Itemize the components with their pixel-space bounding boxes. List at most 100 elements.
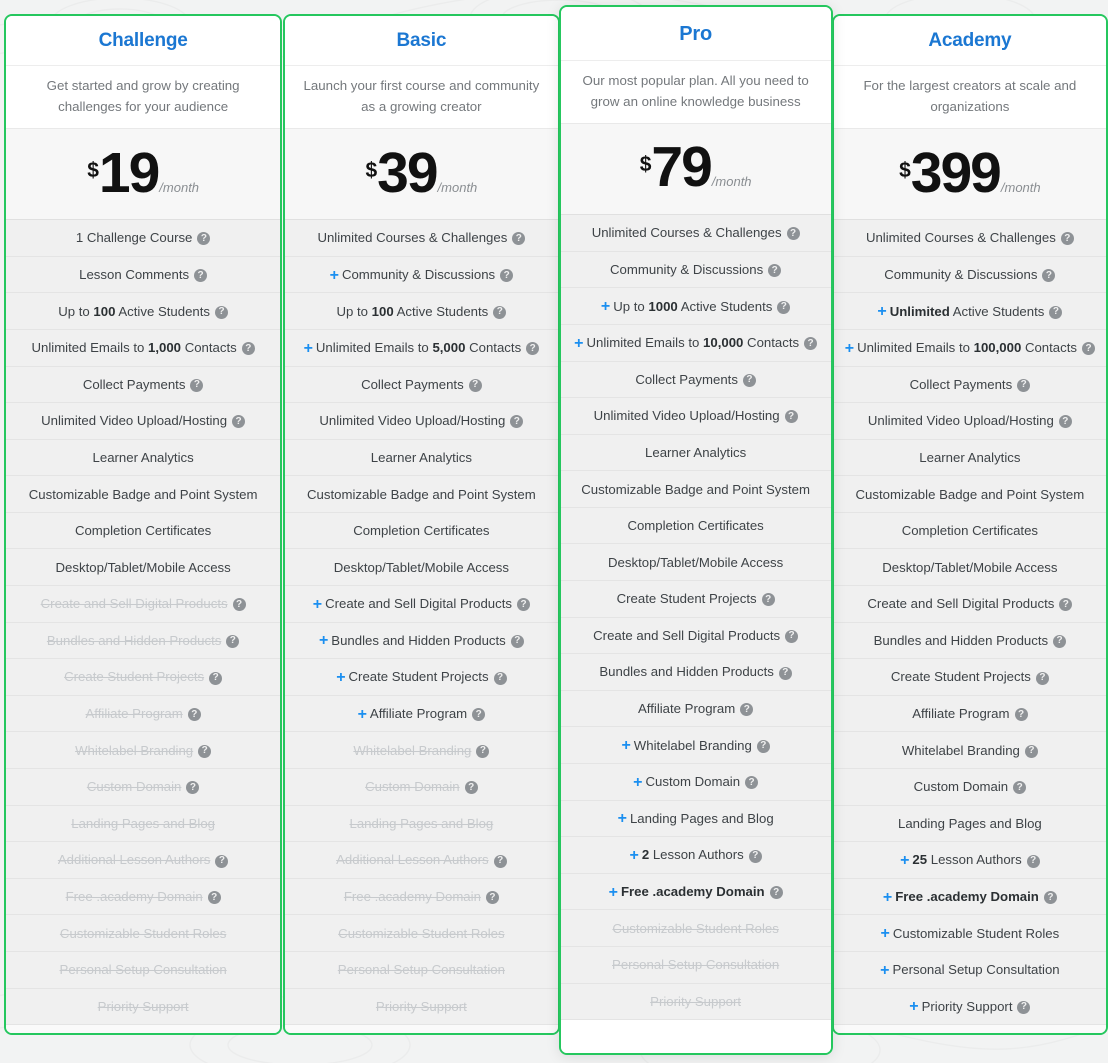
feature-label: Affiliate Program [638, 701, 736, 717]
feature-label: Up to 100 Active Students [336, 303, 489, 319]
help-icon[interactable]: ? [241, 342, 255, 356]
help-icon[interactable]: ? [784, 410, 798, 424]
help-icon[interactable]: ? [190, 378, 204, 392]
feature-label: Customizable Badge and Point System [855, 486, 1085, 502]
help-icon[interactable]: ? [761, 593, 775, 607]
help-icon[interactable]: ? [215, 305, 229, 319]
feature-label: Priority Support [650, 993, 742, 1009]
plan-footer [833, 1025, 1106, 1033]
feature-label: Up to 1000 Active Students [613, 298, 773, 314]
help-icon[interactable]: ? [1024, 744, 1038, 758]
feature-label: Priority Support [921, 998, 1013, 1014]
feature-row: Create and Sell Digital Products? [833, 586, 1106, 623]
help-icon[interactable]: ? [472, 708, 486, 722]
help-icon[interactable]: ? [1014, 708, 1028, 722]
feature-label: Bundles and Hidden Products [331, 632, 506, 648]
help-icon[interactable]: ? [740, 703, 754, 717]
plus-icon: + [600, 298, 611, 316]
help-icon[interactable]: ? [1026, 854, 1040, 868]
feature-label: Completion Certificates [901, 523, 1039, 539]
help-icon[interactable]: ? [526, 342, 540, 356]
help-icon[interactable]: ? [1013, 781, 1027, 795]
help-icon[interactable]: ? [1053, 634, 1067, 648]
feature-label: Create and Sell Digital Products [40, 596, 228, 612]
feature-label: Bundles and Hidden Products [599, 664, 774, 680]
help-icon[interactable]: ? [1043, 891, 1057, 905]
help-icon[interactable]: ? [1017, 378, 1031, 392]
feature-row: Custom Domain? [833, 769, 1106, 806]
help-icon[interactable]: ? [215, 854, 229, 868]
help-icon[interactable]: ? [778, 666, 792, 680]
help-icon[interactable]: ? [745, 776, 759, 790]
plan-card-pro: Pro Our most popular plan. All you need t… [558, 5, 833, 1055]
plus-icon: + [880, 925, 890, 943]
feature-label: Desktop/Tablet/Mobile Access [55, 559, 231, 575]
help-icon[interactable]: ? [194, 269, 208, 283]
plan-tagline: For the largest creators at scale and or… [833, 65, 1106, 128]
feature-label: Completion Certificates [74, 523, 212, 539]
help-icon[interactable]: ? [804, 337, 818, 351]
help-icon[interactable]: ? [1017, 1000, 1031, 1014]
help-icon[interactable]: ? [1049, 305, 1063, 319]
feature-label: Personal Setup Consultation [337, 962, 505, 978]
feature-row: Unlimited Courses & Challenges? [285, 220, 558, 257]
help-icon[interactable]: ? [493, 671, 507, 685]
plan-tagline: Launch your first course and community a… [285, 65, 558, 128]
feature-row: + Free .academy Domain? [560, 873, 831, 911]
feature-row: Bundles and Hidden Products? [833, 622, 1106, 660]
help-icon[interactable]: ? [485, 891, 499, 905]
help-icon[interactable]: ? [207, 891, 221, 905]
feature-label: Unlimited Emails to 5,000 Contacts [315, 340, 522, 356]
feature-row: Customizable Badge and Point System [560, 471, 831, 508]
help-icon[interactable]: ? [1060, 232, 1074, 246]
feature-label: Affiliate Program [912, 706, 1010, 722]
help-icon[interactable]: ? [742, 373, 756, 387]
help-icon[interactable]: ? [493, 854, 507, 868]
help-icon[interactable]: ? [748, 849, 762, 863]
help-icon[interactable]: ? [476, 744, 490, 758]
help-icon[interactable]: ? [1059, 598, 1073, 612]
help-icon[interactable]: ? [785, 629, 799, 643]
help-icon[interactable]: ? [1035, 671, 1049, 685]
feature-row: Create and Sell Digital Products? [6, 586, 281, 623]
price-period: /month [711, 174, 752, 190]
feature-row: Custom Domain? [6, 769, 281, 806]
help-icon[interactable]: ? [198, 744, 212, 758]
help-icon[interactable]: ? [768, 264, 782, 278]
help-icon[interactable]: ? [769, 886, 783, 900]
help-icon[interactable]: ? [1058, 415, 1072, 429]
price-currency-symbol: $ [899, 159, 911, 182]
help-icon[interactable]: ? [187, 708, 201, 722]
help-icon[interactable]: ? [786, 227, 800, 241]
help-icon[interactable]: ? [777, 300, 791, 314]
help-icon[interactable]: ? [232, 415, 246, 429]
help-icon[interactable]: ? [756, 739, 770, 753]
help-icon[interactable]: ? [512, 232, 526, 246]
help-icon[interactable]: ? [510, 634, 524, 648]
feature-row: Landing Pages and Blog [833, 805, 1106, 843]
feature-row: Unlimited Courses & Challenges? [560, 215, 831, 252]
feature-row: + Customizable Student Roles [833, 915, 1106, 953]
feature-label: Create Student Projects [890, 669, 1031, 685]
help-icon[interactable]: ? [186, 781, 200, 795]
feature-row: + Priority Support? [833, 988, 1106, 1026]
help-icon[interactable]: ? [1082, 342, 1095, 356]
help-icon[interactable]: ? [464, 781, 478, 795]
feature-label: Learner Analytics [92, 449, 194, 465]
feature-label: Customizable Student Roles [338, 925, 505, 941]
feature-row: Custom Domain? [285, 769, 558, 806]
help-icon[interactable]: ? [197, 232, 211, 246]
feature-row: Personal Setup Consultation [285, 952, 558, 989]
feature-label: Desktop/Tablet/Mobile Access [333, 559, 509, 575]
help-icon[interactable]: ? [517, 598, 530, 612]
feature-label: Personal Setup Consultation [612, 957, 780, 973]
help-icon[interactable]: ? [510, 415, 524, 429]
help-icon[interactable]: ? [500, 269, 514, 283]
help-icon[interactable]: ? [493, 305, 507, 319]
help-icon[interactable]: ? [232, 598, 246, 612]
help-icon[interactable]: ? [1042, 269, 1056, 283]
help-icon[interactable]: ? [468, 378, 482, 392]
help-icon[interactable]: ? [226, 634, 240, 648]
feature-row: Additional Lesson Authors? [6, 842, 281, 879]
help-icon[interactable]: ? [209, 671, 223, 685]
